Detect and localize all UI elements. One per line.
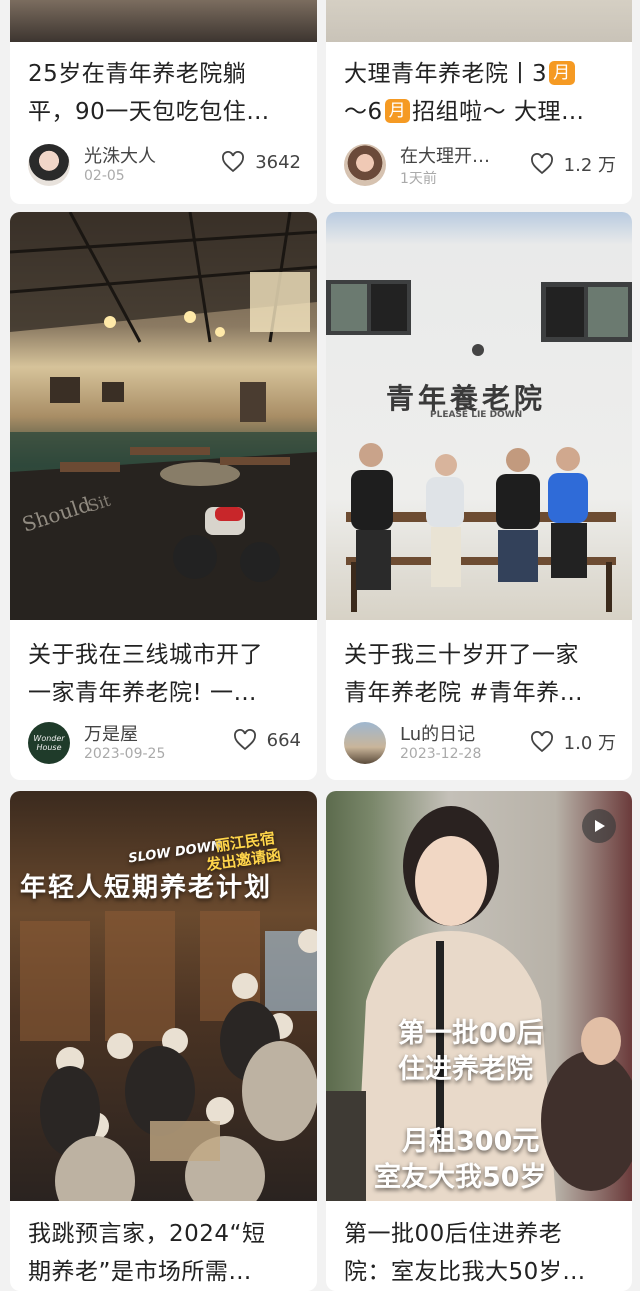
like-count: 1.2 万 bbox=[563, 155, 616, 176]
like-button[interactable]: 1.0 万 bbox=[530, 729, 616, 755]
card-title-line: 院：室友比我大50岁… bbox=[344, 1259, 586, 1285]
card-title: 关于我三十岁开了一家 青年养老院 #青年养… bbox=[344, 636, 620, 712]
card-meta: 光洙大人 02-05 3642 bbox=[28, 140, 301, 188]
card-title-line: 关于我在三线城市开了 bbox=[28, 642, 263, 668]
card-meta: Wonder House 万是屋 2023-09-25 664 bbox=[28, 718, 301, 766]
heart-icon bbox=[530, 731, 553, 753]
author-name[interactable]: 光洙大人 bbox=[84, 142, 156, 168]
feed-card[interactable]: SLOW DOWN 丽江民宿 发出邀请函 年轻人短期养老计划 我跳预言家，202… bbox=[10, 791, 317, 1291]
title-text: 大理青年养老院丨3 bbox=[344, 61, 548, 87]
post-date: 2023-12-28 bbox=[400, 746, 482, 762]
video-caption: 月租300元 bbox=[402, 1126, 540, 1157]
card-title: 我跳预言家，2024“短 期养老”是市场所需… bbox=[28, 1215, 305, 1291]
card-title-line: 一家青年养老院! 一… bbox=[28, 680, 258, 706]
video-caption: 住进养老院 bbox=[398, 1054, 533, 1085]
post-date: 02-05 bbox=[84, 168, 125, 184]
like-count: 1.0 万 bbox=[563, 733, 616, 754]
card-meta: 在大理开… 1天前 1.2 万 bbox=[344, 140, 616, 188]
heart-icon bbox=[530, 153, 553, 175]
post-date: 2023-09-25 bbox=[84, 746, 166, 762]
video-caption: 第一批00后 bbox=[398, 1018, 544, 1049]
like-count: 664 bbox=[266, 729, 301, 751]
card-meta: Lu的日记 2023-12-28 1.0 万 bbox=[344, 718, 616, 766]
card-title-line: 大理青年养老院丨3 月 bbox=[344, 55, 620, 93]
heart-icon bbox=[233, 729, 256, 751]
card-title-line: 25岁在青年养老院躺 bbox=[28, 61, 247, 87]
card-image: Should Sit bbox=[10, 212, 317, 620]
avatar[interactable]: Wonder House bbox=[28, 722, 70, 764]
feed-card[interactable]: 青年養老院 PLEASE LIE DOWN 关于我三十岁开了一家 青年养老院 #… bbox=[326, 212, 632, 780]
avatar-text: House bbox=[36, 743, 62, 752]
card-image: 青年養老院 PLEASE LIE DOWN bbox=[326, 212, 632, 620]
play-triangle bbox=[595, 820, 605, 832]
card-title-line: 平，90一天包吃包住… bbox=[28, 99, 270, 125]
cafe-interior-illustration: Should Sit bbox=[10, 212, 317, 620]
author-name[interactable]: 万是屋 bbox=[84, 720, 138, 746]
like-button[interactable]: 664 bbox=[233, 729, 301, 751]
feed-card[interactable]: 大理青年养老院丨3 月 ～6 月招组啦～ 大理… 在大理开… 1天前 1.2 万 bbox=[326, 0, 632, 204]
card-title: 关于我在三线城市开了 一家青年养老院! 一… bbox=[28, 636, 305, 712]
feed-card[interactable]: 第一批00后 住进养老院 月租300元 室友大我50岁 第一批00后住进养老 院… bbox=[326, 791, 632, 1291]
avatar[interactable] bbox=[28, 144, 70, 186]
avatar[interactable] bbox=[344, 722, 386, 764]
like-count: 3642 bbox=[255, 151, 301, 173]
feed-card[interactable]: Should Sit 关于我在三线城市开了 一家青年养老院! 一… Wonder… bbox=[10, 212, 317, 780]
card-title-line: 关于我三十岁开了一家 bbox=[344, 642, 579, 668]
card-title-line: 我跳预言家，2024“短 bbox=[28, 1221, 266, 1247]
like-button[interactable]: 1.2 万 bbox=[530, 151, 616, 177]
card-title-line: 期养老”是市场所需… bbox=[28, 1259, 252, 1285]
card-image bbox=[326, 0, 632, 42]
card-title: 25岁在青年养老院躺 平，90一天包吃包住… bbox=[28, 55, 305, 131]
title-text: ～6 bbox=[344, 99, 383, 125]
card-title: 大理青年养老院丨3 月 ～6 月招组啦～ 大理… bbox=[344, 55, 620, 131]
author-name[interactable]: Lu的日记 bbox=[400, 720, 475, 746]
card-title-line: ～6 月招组啦～ 大理… bbox=[344, 93, 620, 131]
card-title: 第一批00后住进养老 院：室友比我大50岁… bbox=[344, 1215, 620, 1291]
card-image: SLOW DOWN 丽江民宿 发出邀请函 年轻人短期养老计划 bbox=[10, 791, 317, 1201]
card-title-line: 第一批00后住进养老 bbox=[344, 1221, 563, 1247]
author-name[interactable]: 在大理开… bbox=[400, 142, 490, 168]
image-headline: 年轻人短期养老计划 bbox=[20, 873, 273, 903]
like-button[interactable]: 3642 bbox=[221, 151, 301, 173]
card-image bbox=[10, 0, 317, 42]
play-icon[interactable] bbox=[582, 809, 616, 843]
building-sign-sub: PLEASE LIE DOWN bbox=[430, 410, 523, 420]
title-text: 招组啦～ 大理… bbox=[412, 99, 585, 125]
avatar-text: Wonder bbox=[33, 734, 65, 743]
month-badge: 月 bbox=[384, 99, 411, 123]
post-date: 1天前 bbox=[400, 171, 437, 187]
month-badge: 月 bbox=[549, 61, 575, 85]
video-caption: 室友大我50岁 bbox=[374, 1162, 547, 1193]
card-title-line: 青年养老院 #青年养… bbox=[344, 680, 584, 706]
avatar[interactable] bbox=[344, 144, 386, 186]
feed-card[interactable]: 25岁在青年养老院躺 平，90一天包吃包住… 光洙大人 02-05 3642 bbox=[10, 0, 317, 204]
card-image: 第一批00后 住进养老院 月租300元 室友大我50岁 bbox=[326, 791, 632, 1201]
heart-icon bbox=[222, 151, 245, 173]
